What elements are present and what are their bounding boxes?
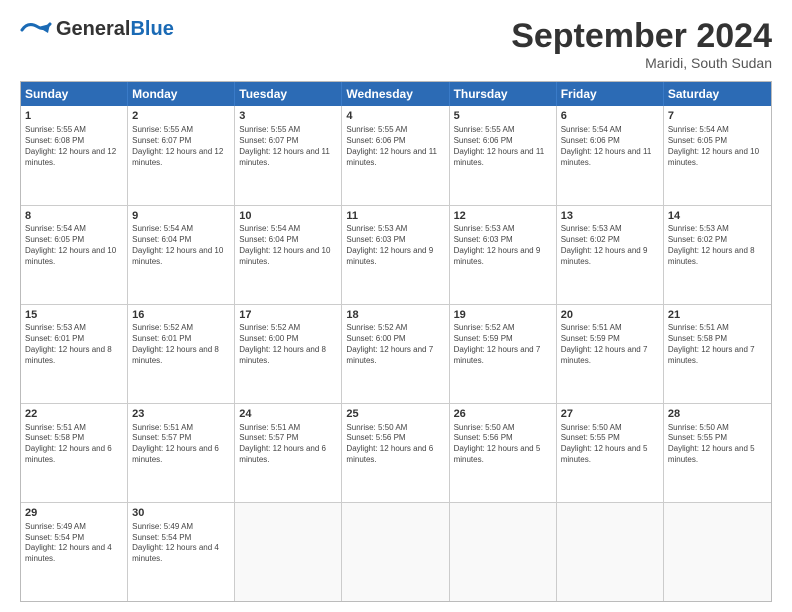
week-row-3: 15 Sunrise: 5:53 AM Sunset: 6:01 PM Dayl… bbox=[21, 305, 771, 404]
day-30: 30 Sunrise: 5:49 AM Sunset: 5:54 PM Dayl… bbox=[128, 503, 235, 601]
month-title: September 2024 bbox=[511, 18, 772, 55]
day-22: 22 Sunrise: 5:51 AM Sunset: 5:58 PM Dayl… bbox=[21, 404, 128, 502]
day-27: 27 Sunrise: 5:50 AM Sunset: 5:55 PM Dayl… bbox=[557, 404, 664, 502]
week-row-1: 1 Sunrise: 5:55 AM Sunset: 6:08 PM Dayli… bbox=[21, 106, 771, 205]
day-12: 12 Sunrise: 5:53 AM Sunset: 6:03 PM Dayl… bbox=[450, 206, 557, 304]
day-13: 13 Sunrise: 5:53 AM Sunset: 6:02 PM Dayl… bbox=[557, 206, 664, 304]
daylight-2: Daylight: 12 hours and 12 minutes. bbox=[132, 147, 223, 167]
empty-cell-2 bbox=[342, 503, 449, 601]
logo-icon bbox=[20, 19, 52, 41]
daylight-1: Daylight: 12 hours and 12 minutes. bbox=[25, 147, 116, 167]
calendar: Sunday Monday Tuesday Wednesday Thursday… bbox=[20, 81, 772, 602]
day-20: 20 Sunrise: 5:51 AM Sunset: 5:59 PM Dayl… bbox=[557, 305, 664, 403]
week-row-2: 8 Sunrise: 5:54 AM Sunset: 6:05 PM Dayli… bbox=[21, 206, 771, 305]
header-thursday: Thursday bbox=[450, 82, 557, 106]
day-26: 26 Sunrise: 5:50 AM Sunset: 5:56 PM Dayl… bbox=[450, 404, 557, 502]
day-7: 7 Sunrise: 5:54 AM Sunset: 6:05 PM Dayli… bbox=[664, 106, 771, 204]
logo: GeneralBlue bbox=[20, 18, 174, 41]
day-10: 10 Sunrise: 5:54 AM Sunset: 6:04 PM Dayl… bbox=[235, 206, 342, 304]
sunset-2: Sunset: 6:07 PM bbox=[132, 136, 191, 145]
calendar-body: 1 Sunrise: 5:55 AM Sunset: 6:08 PM Dayli… bbox=[21, 106, 771, 601]
calendar-header: Sunday Monday Tuesday Wednesday Thursday… bbox=[21, 82, 771, 106]
logo-blue: Blue bbox=[130, 18, 173, 40]
sunrise-2: Sunrise: 5:55 AM bbox=[132, 125, 193, 134]
empty-cell-3 bbox=[450, 503, 557, 601]
day-28: 28 Sunrise: 5:50 AM Sunset: 5:55 PM Dayl… bbox=[664, 404, 771, 502]
day-6: 6 Sunrise: 5:54 AM Sunset: 6:06 PM Dayli… bbox=[557, 106, 664, 204]
day-2: 2 Sunrise: 5:55 AM Sunset: 6:07 PM Dayli… bbox=[128, 106, 235, 204]
header: GeneralBlue September 2024 Maridi, South… bbox=[20, 18, 772, 71]
day-18: 18 Sunrise: 5:52 AM Sunset: 6:00 PM Dayl… bbox=[342, 305, 449, 403]
day-4: 4 Sunrise: 5:55 AM Sunset: 6:06 PM Dayli… bbox=[342, 106, 449, 204]
day-14: 14 Sunrise: 5:53 AM Sunset: 6:02 PM Dayl… bbox=[664, 206, 771, 304]
header-friday: Friday bbox=[557, 82, 664, 106]
day-17: 17 Sunrise: 5:52 AM Sunset: 6:00 PM Dayl… bbox=[235, 305, 342, 403]
header-saturday: Saturday bbox=[664, 82, 771, 106]
location: Maridi, South Sudan bbox=[511, 55, 772, 71]
day-16: 16 Sunrise: 5:52 AM Sunset: 6:01 PM Dayl… bbox=[128, 305, 235, 403]
day-25: 25 Sunrise: 5:50 AM Sunset: 5:56 PM Dayl… bbox=[342, 404, 449, 502]
day-3: 3 Sunrise: 5:55 AM Sunset: 6:07 PM Dayli… bbox=[235, 106, 342, 204]
day-15: 15 Sunrise: 5:53 AM Sunset: 6:01 PM Dayl… bbox=[21, 305, 128, 403]
day-19: 19 Sunrise: 5:52 AM Sunset: 5:59 PM Dayl… bbox=[450, 305, 557, 403]
day-24: 24 Sunrise: 5:51 AM Sunset: 5:57 PM Dayl… bbox=[235, 404, 342, 502]
day-23: 23 Sunrise: 5:51 AM Sunset: 5:57 PM Dayl… bbox=[128, 404, 235, 502]
header-wednesday: Wednesday bbox=[342, 82, 449, 106]
day-8: 8 Sunrise: 5:54 AM Sunset: 6:05 PM Dayli… bbox=[21, 206, 128, 304]
day-29: 29 Sunrise: 5:49 AM Sunset: 5:54 PM Dayl… bbox=[21, 503, 128, 601]
day-5: 5 Sunrise: 5:55 AM Sunset: 6:06 PM Dayli… bbox=[450, 106, 557, 204]
day-21: 21 Sunrise: 5:51 AM Sunset: 5:58 PM Dayl… bbox=[664, 305, 771, 403]
sunrise-1: Sunrise: 5:55 AM bbox=[25, 125, 86, 134]
day-11: 11 Sunrise: 5:53 AM Sunset: 6:03 PM Dayl… bbox=[342, 206, 449, 304]
week-row-5: 29 Sunrise: 5:49 AM Sunset: 5:54 PM Dayl… bbox=[21, 503, 771, 601]
day-9: 9 Sunrise: 5:54 AM Sunset: 6:04 PM Dayli… bbox=[128, 206, 235, 304]
logo-general: General bbox=[56, 18, 130, 40]
week-row-4: 22 Sunrise: 5:51 AM Sunset: 5:58 PM Dayl… bbox=[21, 404, 771, 503]
page: GeneralBlue September 2024 Maridi, South… bbox=[0, 0, 792, 612]
empty-cell-4 bbox=[557, 503, 664, 601]
empty-cell-1 bbox=[235, 503, 342, 601]
header-monday: Monday bbox=[128, 82, 235, 106]
title-block: September 2024 Maridi, South Sudan bbox=[511, 18, 772, 71]
header-sunday: Sunday bbox=[21, 82, 128, 106]
sunset-1: Sunset: 6:08 PM bbox=[25, 136, 84, 145]
day-1: 1 Sunrise: 5:55 AM Sunset: 6:08 PM Dayli… bbox=[21, 106, 128, 204]
logo-text: GeneralBlue bbox=[56, 18, 174, 41]
empty-cell-5 bbox=[664, 503, 771, 601]
header-tuesday: Tuesday bbox=[235, 82, 342, 106]
